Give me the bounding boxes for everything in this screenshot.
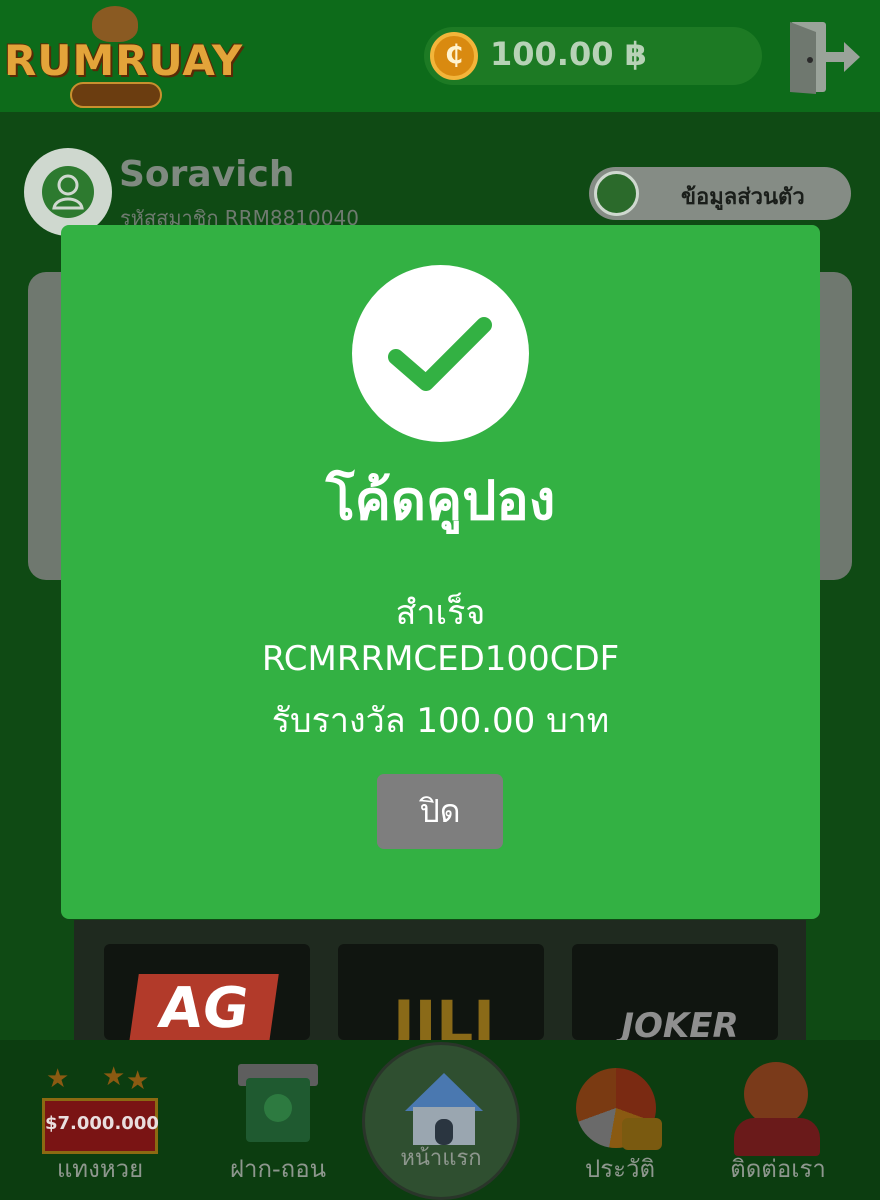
coins-stack-icon [622, 1118, 662, 1150]
atm-icon [238, 1064, 318, 1144]
coupon-success-dialog: โค้ดคูปอง สำเร็จ RCMRRMCED100CDF รับรางว… [61, 225, 820, 919]
checkmark-icon [352, 265, 529, 442]
avatar[interactable] [24, 148, 112, 236]
logout-icon[interactable] [786, 20, 862, 94]
dialog-status: สำเร็จ [395, 593, 486, 633]
user-icon [42, 166, 94, 218]
lottery-board-icon: $7.000.000 [42, 1098, 159, 1154]
ag-logo: AG [129, 974, 279, 1040]
nav-label-deposit-withdraw: ฝาก-ถอน [229, 1155, 327, 1183]
coin-icon: ₵ [430, 32, 478, 80]
nav-label-contact: ติดต่อเรา [730, 1155, 826, 1183]
game-tile-joker[interactable]: JOKER [572, 944, 778, 1040]
nav-item-deposit-withdraw[interactable]: ฝาก-ถอน [198, 1040, 358, 1200]
nav-label-home: หน้าแรก [400, 1146, 482, 1171]
home-icon [405, 1073, 483, 1145]
star-icon: ★ [102, 1062, 126, 1092]
app-header: RUMRUAY ₵ 100.00 ฿ [0, 0, 880, 112]
username: Soravich [119, 154, 295, 195]
profile-info-label: ข้อมูลส่วนตัว [681, 185, 805, 210]
rumruay-logo[interactable]: RUMRUAY [4, 4, 244, 114]
joker-logo: JOKER [621, 1006, 739, 1040]
star-icon: ★ [46, 1064, 70, 1094]
balance-pill[interactable]: ₵ 100.00 ฿ [424, 27, 762, 85]
nav-item-contact[interactable]: ติดต่อเรา [698, 1040, 858, 1200]
game-tile-jili[interactable]: JILI [338, 944, 544, 1040]
nav-label-history: ประวัติ [584, 1155, 656, 1183]
support-agent-icon [744, 1062, 808, 1126]
star-icon: ★ [126, 1066, 150, 1096]
close-button[interactable]: ปิด [377, 774, 503, 849]
coins-icon [70, 82, 162, 108]
nav-item-lottery[interactable]: ★ ★ ★ $7.000.000 แทงหวย [20, 1040, 180, 1200]
balance-amount: 100.00 ฿ [490, 35, 647, 73]
nav-item-history[interactable]: ประวัติ [540, 1040, 700, 1200]
game-tile-ag[interactable]: AG [104, 944, 310, 1040]
profile-info-button[interactable]: ข้อมูลส่วนตัว [589, 167, 851, 220]
dialog-title: โค้ดคูปอง [325, 469, 556, 532]
coupon-code: RCMRRMCED100CDF [261, 639, 620, 679]
jili-logo: JILI [393, 988, 495, 1040]
reward-text: รับรางวัล 100.00 บาท [271, 701, 610, 741]
logo-text: RUMRUAY [4, 36, 244, 85]
profile-icon [594, 171, 639, 216]
nav-label-lottery: แทงหวย [56, 1155, 144, 1183]
nav-item-home[interactable]: หน้าแรก [362, 1042, 520, 1200]
